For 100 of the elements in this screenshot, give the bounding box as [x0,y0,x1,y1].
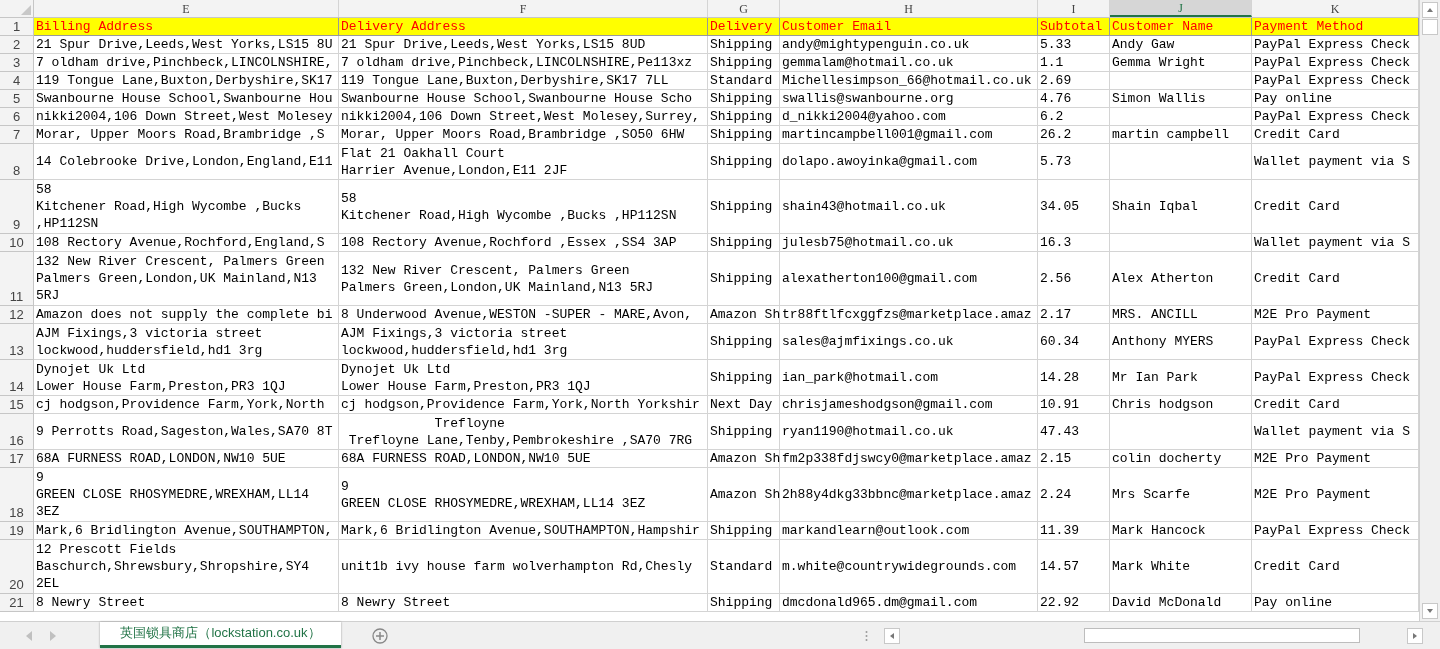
table-cell: 12 Prescott Fields Baschurch,Shrewsbury,Shropshire,SY4 2EL [34,540,339,594]
table-cell: martin campbell [1110,126,1252,144]
table-cell: 47.43 [1038,414,1110,450]
vertical-scrollbar[interactable] [1419,0,1440,621]
row-number[interactable]: 20 [0,540,34,594]
table-cell: tr88ftlfcxggfzs@marketplace.amaz [780,306,1038,324]
table-cell: colin docherty [1110,450,1252,468]
table-cell: 9 Perrotts Road,Sageston,Wales,SA70 8T [34,414,339,450]
table-cell: Andy Gaw [1110,36,1252,54]
row-number[interactable]: 21 [0,594,34,612]
table-cell: 2h88y4dkg33bbnc@marketplace.amaz [780,468,1038,522]
table-cell: Mr Ian Park [1110,360,1252,396]
header-cell: Billing Address [34,18,339,36]
row-number[interactable]: 4 [0,72,34,90]
column-header[interactable]: E [34,0,339,17]
row-number[interactable]: 9 [0,180,34,234]
table-cell: 21 Spur Drive,Leeds,West Yorks,LS15 8UD [339,36,708,54]
table-cell: Morar, Upper Moors Road,Brambridge ,S [34,126,339,144]
select-all-triangle-icon[interactable] [21,5,31,15]
table-cell: 11.39 [1038,522,1110,540]
header-cell: Delivery [708,18,780,36]
row-number[interactable]: 3 [0,54,34,72]
scrollbar-thumb[interactable] [1084,628,1360,643]
previous-sheet-arrow-icon[interactable] [26,630,32,641]
table-cell: Trefloyne Trefloyne Lane,Tenby,Pembrokeshire ,SA70 7RG [339,414,708,450]
table-cell: Pay online [1252,90,1419,108]
table-cell: Shipping [708,360,780,396]
table-cell: Shipping [708,36,780,54]
table-cell: 5.33 [1038,36,1110,54]
row-number[interactable]: 14 [0,360,34,396]
table-cell: 21 Spur Drive,Leeds,West Yorks,LS15 8U [34,36,339,54]
table-cell: Shipping [708,324,780,360]
table-cell: Credit Card [1252,126,1419,144]
row-number[interactable]: 1 [0,18,34,36]
table-cell: Next Day [708,396,780,414]
table-cell: Shipping [708,144,780,180]
row-number[interactable]: 15 [0,396,34,414]
row-number[interactable]: 12 [0,306,34,324]
table-cell: Gemma Wright [1110,54,1252,72]
table-cell: julesb75@hotmail.co.uk [780,234,1038,252]
header-cell: Delivery Address [339,18,708,36]
table-cell: 132 New River Crescent, Palmers Green Palmers Green,London,UK Mainland,N13 5RJ [34,252,339,306]
splitter-grip-icon[interactable] [865,629,868,642]
column-header[interactable]: G [708,0,780,17]
table-cell: 132 New River Crescent, Palmers Green Palmers Green,London,UK Mainland,N13 5RJ [339,252,708,306]
table-cell: Mark,6 Bridlington Avenue,SOUTHAMPTON, [34,522,339,540]
sheet-tab[interactable]: 英国锁具商店（lockstation.co.uk） [100,621,341,648]
table-cell: Shipping [708,126,780,144]
row-number[interactable]: 17 [0,450,34,468]
table-cell: 9 GREEN CLOSE RHOSYMEDRE,WREXHAM,LL14 3EZ [339,468,708,522]
table-cell: alexatherton100@gmail.com [780,252,1038,306]
scrollbar-thumb[interactable] [1422,19,1438,35]
row-number[interactable]: 18 [0,468,34,522]
table-cell: 108 Rectory Avenue,Rochford,England,S [34,234,339,252]
table-cell: nikki2004,106 Down Street,West Molesey,Surrey, [339,108,708,126]
row-number[interactable]: 16 [0,414,34,450]
column-header[interactable]: H [780,0,1038,17]
table-cell: 2.56 [1038,252,1110,306]
table-cell: Wallet payment via S [1252,234,1419,252]
row-number[interactable]: 2 [0,36,34,54]
row-number[interactable]: 8 [0,144,34,180]
table-cell: dolapo.awoyinka@gmail.com [780,144,1038,180]
column-header[interactable]: J [1110,0,1252,17]
table-cell: nikki2004,106 Down Street,West Molesey [34,108,339,126]
table-cell: Simon Wallis [1110,90,1252,108]
table-cell: Mark,6 Bridlington Avenue,SOUTHAMPTON,Hampshir [339,522,708,540]
table-cell: ryan1190@hotmail.co.uk [780,414,1038,450]
row-number[interactable]: 7 [0,126,34,144]
table-cell: Standard [708,540,780,594]
table-cell: 2.17 [1038,306,1110,324]
table-cell: Anthony MYERS [1110,324,1252,360]
table-cell: gemmalam@hotmail.co.uk [780,54,1038,72]
table-cell: Shipping [708,180,780,234]
row-number[interactable]: 10 [0,234,34,252]
table-cell: 2.69 [1038,72,1110,90]
table-cell: ian_park@hotmail.com [780,360,1038,396]
table-cell: unit1b ivy house farm wolverhampton Rd,Chesly [339,540,708,594]
table-cell: MRS. ANCILL [1110,306,1252,324]
table-cell: shain43@hotmail.co.uk [780,180,1038,234]
next-sheet-arrow-icon[interactable] [50,630,56,641]
table-cell: Credit Card [1252,396,1419,414]
add-sheet-icon[interactable] [372,627,388,644]
row-number[interactable]: 19 [0,522,34,540]
table-cell: Mark Hancock [1110,522,1252,540]
table-cell: PayPal Express Check [1252,72,1419,90]
table-cell: Shipping [708,252,780,306]
table-cell: M2E Pro Payment [1252,306,1419,324]
row-number[interactable]: 5 [0,90,34,108]
table-cell: cj hodgson,Providence Farm,York,North [34,396,339,414]
table-cell: 22.92 [1038,594,1110,612]
row-number[interactable]: 11 [0,252,34,306]
row-number[interactable]: 6 [0,108,34,126]
table-cell: Shipping [708,234,780,252]
table-cell: swallis@swanbourne.org [780,90,1038,108]
table-cell: dmcdonald965.dm@gmail.com [780,594,1038,612]
table-cell: cj hodgson,Providence Farm,York,North Yorkshir [339,396,708,414]
row-number[interactable]: 13 [0,324,34,360]
horizontal-scrollbar[interactable] [884,627,1423,644]
column-header[interactable]: F [339,0,708,17]
table-cell: M2E Pro Payment [1252,450,1419,468]
